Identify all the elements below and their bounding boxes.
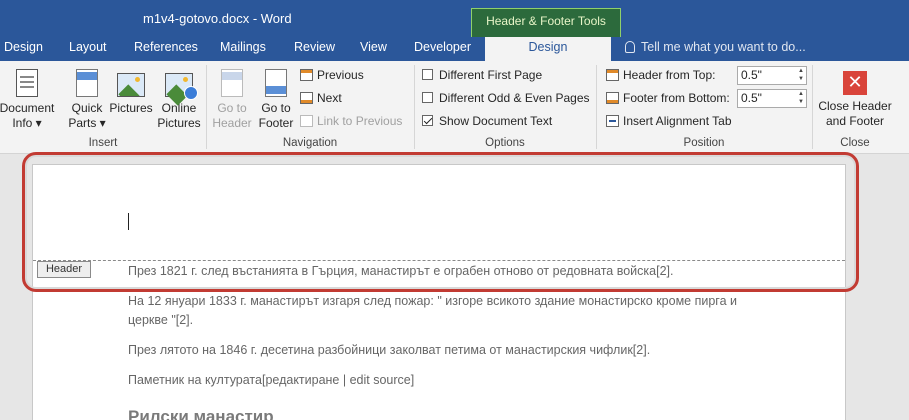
go-to-footer-label-2: Footer <box>258 116 294 130</box>
document-info-icon <box>16 69 38 97</box>
tell-me-box[interactable]: Tell me what you want to do... <box>625 37 806 61</box>
pictures-button[interactable]: Pictures <box>108 65 154 116</box>
red-highlight-annotation <box>22 152 859 292</box>
paragraph: На 12 януари 1833 г. манастирът изгаря с… <box>128 294 737 327</box>
header-position-icon <box>606 69 619 81</box>
footer-from-bottom-text: Footer from Bottom: <box>623 91 730 105</box>
next-label: Next <box>317 91 342 105</box>
spin-down-icon[interactable]: ▼ <box>798 76 804 83</box>
footer-from-bottom-value: 0.5" <box>741 91 762 105</box>
go-to-footer-button[interactable]: Go to Footer <box>254 65 298 131</box>
title-bar: m1v4-gotovo.docx - Word Header & Footer … <box>0 0 909 37</box>
next-icon <box>300 92 313 104</box>
tab-header-footer-design[interactable]: Design <box>485 37 611 61</box>
group-label-close: Close <box>840 137 870 149</box>
pictures-label: Pictures <box>109 101 153 115</box>
show-document-text-checkbox[interactable]: Show Document Text <box>422 112 552 130</box>
go-to-header-label-1: Go to <box>217 101 247 115</box>
close-icon: ✕ <box>843 71 867 95</box>
document-info-label-1: Document <box>0 101 55 115</box>
contextual-tab-header-footer-tools: Header & Footer Tools <box>471 8 621 37</box>
online-pictures-label-2: Pictures <box>157 116 201 130</box>
different-first-page-label: Different First Page <box>439 68 543 82</box>
go-to-header-button[interactable]: Go to Header <box>210 65 254 131</box>
header-from-top-label: Header from Top: <box>606 66 716 84</box>
quick-parts-icon <box>76 69 98 97</box>
group-label-navigation: Navigation <box>282 137 338 149</box>
header-from-top-spinner[interactable]: 0.5" ▲ ▼ <box>737 66 807 85</box>
footer-from-bottom-spinner[interactable]: 0.5" ▲ ▼ <box>737 89 807 108</box>
insert-alignment-tab-label: Insert Alignment Tab <box>623 114 732 128</box>
tab-developer[interactable]: Developer <box>414 37 471 61</box>
previous-button[interactable]: Previous <box>300 66 364 84</box>
link-to-previous-label: Link to Previous <box>317 114 403 128</box>
online-pictures-button[interactable]: Online Pictures <box>156 65 202 131</box>
paragraph: През лятото на 1846 г. десетина разбойни… <box>128 343 651 357</box>
different-odd-even-label: Different Odd & Even Pages <box>439 91 590 105</box>
different-first-page-checkbox[interactable]: Different First Page <box>422 66 542 84</box>
go-to-footer-label-1: Go to <box>261 101 291 115</box>
tab-mailings[interactable]: Mailings <box>220 37 266 61</box>
group-label-position: Position <box>683 137 725 149</box>
tab-design[interactable]: Design <box>4 37 43 61</box>
window-title: m1v4-gotovo.docx - Word <box>143 11 292 26</box>
insert-alignment-tab-button[interactable]: Insert Alignment Tab <box>606 112 732 130</box>
document-info-button[interactable]: Document Info ▾ <box>0 65 64 131</box>
quick-parts-label-2: Parts ▾ <box>68 116 106 130</box>
tab-view[interactable]: View <box>360 37 387 61</box>
alignment-tab-icon <box>606 115 619 127</box>
ribbon-tab-row: Design Layout References Mailings Review… <box>0 37 909 61</box>
ribbon: Document Info ▾ Quick Parts ▾ Pictures O… <box>0 61 909 154</box>
show-document-text-label: Show Document Text <box>439 114 553 128</box>
lightbulb-icon <box>625 41 635 53</box>
tell-me-text: Tell me what you want to do... <box>641 40 806 54</box>
globe-icon <box>184 86 198 100</box>
previous-icon <box>300 69 313 81</box>
close-header-label-1: Close Header <box>818 99 892 113</box>
quick-parts-button[interactable]: Quick Parts ▾ <box>68 65 106 131</box>
checkbox-checked <box>422 115 433 126</box>
close-header-footer-button[interactable]: ✕ Close Header and Footer <box>815 65 895 129</box>
header-from-top-value: 0.5" <box>741 68 762 82</box>
checkbox-box <box>422 69 433 80</box>
go-to-header-label-2: Header <box>212 116 252 130</box>
paragraph: Паметник на културата[редактиране | edit… <box>128 373 415 387</box>
link-icon <box>300 115 313 127</box>
next-button[interactable]: Next <box>300 89 342 107</box>
go-to-footer-icon <box>265 69 287 97</box>
previous-label: Previous <box>317 68 364 82</box>
section-heading: Рилски манастир <box>128 407 274 420</box>
go-to-header-icon <box>221 69 243 97</box>
tab-review[interactable]: Review <box>294 37 335 61</box>
different-odd-even-checkbox[interactable]: Different Odd & Even Pages <box>422 89 590 107</box>
spin-up-icon[interactable]: ▲ <box>798 91 804 98</box>
document-info-label-2: Info ▾ <box>12 116 42 130</box>
checkbox-box <box>422 92 433 103</box>
tab-layout[interactable]: Layout <box>69 37 107 61</box>
tab-references[interactable]: References <box>134 37 198 61</box>
online-pictures-icon <box>165 73 198 100</box>
pictures-icon <box>117 73 145 97</box>
spin-up-icon[interactable]: ▲ <box>798 68 804 75</box>
header-from-top-text: Header from Top: <box>623 68 716 82</box>
quick-parts-label-1: Quick <box>71 101 103 115</box>
close-header-label-2: and Footer <box>825 114 885 128</box>
link-to-previous-button[interactable]: Link to Previous <box>300 112 402 130</box>
footer-from-bottom-label: Footer from Bottom: <box>606 89 730 107</box>
group-label-options: Options <box>485 137 525 149</box>
group-label-insert: Insert <box>88 137 118 149</box>
spin-down-icon[interactable]: ▼ <box>798 99 804 106</box>
footer-position-icon <box>606 92 619 104</box>
